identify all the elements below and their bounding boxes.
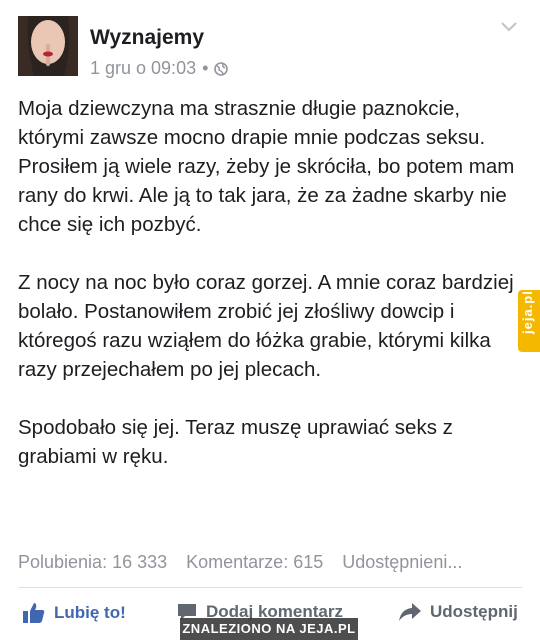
share-arrow-icon <box>399 603 421 621</box>
page-avatar[interactable] <box>18 16 78 76</box>
divider <box>18 587 522 588</box>
like-label: Lubię to! <box>54 603 126 622</box>
post-stats: Polubienia: 16 333 Komentarze: 615 Udost… <box>18 552 524 573</box>
shares-count[interactable]: Udostępnieni... <box>342 552 462 572</box>
post-paragraph: Spodobało się jej. Teraz muszę uprawiać … <box>18 416 453 468</box>
likes-count[interactable]: Polubienia: 16 333 <box>18 552 167 572</box>
page-name[interactable]: Wyznajemy <box>90 26 204 50</box>
share-button[interactable]: Udostępnij <box>398 602 518 622</box>
side-logo-text: jeja.pl <box>520 290 535 334</box>
comments-count[interactable]: Komentarze: 615 <box>186 552 323 572</box>
globe-icon <box>214 61 229 76</box>
post-paragraph: Moja dziewczyna ma strasznie długie pazn… <box>18 97 515 236</box>
chevron-down-icon[interactable] <box>500 20 518 34</box>
post-header: Wyznajemy 1 gru o 09:03 • <box>18 16 528 80</box>
like-button[interactable]: Lubię to! <box>22 602 126 624</box>
post-body: Moja dziewczyna ma strasznie długie pazn… <box>18 94 526 500</box>
post-meta: 1 gru o 09:03 • <box>90 58 229 79</box>
post-paragraph: Z nocy na noc było coraz gorzej. A mnie … <box>18 271 514 381</box>
share-label: Udostępnij <box>430 602 518 621</box>
thumbs-up-icon <box>23 603 45 623</box>
meta-separator: • <box>202 58 209 78</box>
jeja-side-logo: jeja.pl <box>518 290 540 352</box>
post-date[interactable]: 1 gru o 09:03 <box>90 58 196 79</box>
watermark: ZNALEZIONO NA JEJA.PL <box>180 618 358 640</box>
facebook-post: Wyznajemy 1 gru o 09:03 • Moja dziewczyn… <box>0 0 540 640</box>
